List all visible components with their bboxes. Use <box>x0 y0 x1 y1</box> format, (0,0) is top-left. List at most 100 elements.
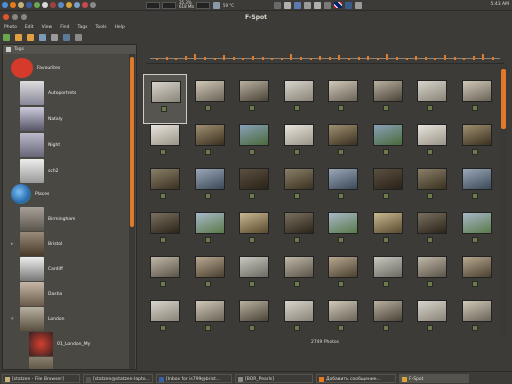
rotate-left-icon[interactable] <box>15 34 22 41</box>
photo-thumbnail[interactable] <box>372 168 403 190</box>
photo-thumbnail[interactable] <box>372 300 403 322</box>
photo-cell[interactable] <box>143 118 187 168</box>
sidebar-scrollbar-thumb[interactable] <box>130 57 134 227</box>
photo-cell[interactable] <box>143 162 187 212</box>
mail-icon[interactable] <box>284 1 292 9</box>
clock[interactable]: 5:43 AM <box>491 2 510 7</box>
photo-cell[interactable] <box>188 250 232 300</box>
photo-thumbnail[interactable] <box>283 168 314 190</box>
photo-cell[interactable] <box>232 294 276 336</box>
photo-cell[interactable] <box>143 206 187 256</box>
timeline[interactable] <box>146 44 504 64</box>
photo-cell[interactable] <box>455 118 499 168</box>
photo-cell[interactable] <box>321 294 365 336</box>
photo-cell[interactable] <box>232 206 276 256</box>
settings-icon[interactable] <box>90 2 96 8</box>
skype-icon[interactable] <box>58 2 64 8</box>
photo-thumbnail[interactable] <box>150 300 180 322</box>
photo-cell[interactable] <box>366 250 410 300</box>
photo-thumbnail[interactable] <box>417 256 447 278</box>
photo-thumbnail[interactable] <box>194 212 225 234</box>
task-f-spot[interactable]: F-Spot <box>399 373 469 383</box>
photo-icon[interactable] <box>66 2 72 8</box>
firefox-icon[interactable] <box>10 2 16 8</box>
photo-thumbnail[interactable] <box>461 168 492 190</box>
volume-icon[interactable] <box>314 1 322 9</box>
menu-photo[interactable]: Photo <box>4 25 17 30</box>
photo-cell[interactable] <box>143 250 187 300</box>
photo-cell[interactable] <box>455 74 499 124</box>
photo-cell[interactable] <box>321 250 365 300</box>
photo-cell[interactable] <box>321 206 365 256</box>
photo-cell[interactable] <box>277 206 321 256</box>
tag-item-cardiff[interactable]: Cardiff <box>20 257 136 281</box>
photo-thumbnail[interactable] <box>417 80 447 102</box>
photo-thumbnail[interactable] <box>239 80 269 102</box>
photo-thumbnail[interactable] <box>417 300 447 322</box>
photo-cell[interactable] <box>277 118 321 168</box>
photo-cell[interactable] <box>410 206 454 256</box>
photo-thumbnail[interactable] <box>417 124 447 146</box>
rotate-right-icon[interactable] <box>27 34 34 41</box>
photo-thumbnail[interactable] <box>283 80 314 102</box>
tag-item-dasha[interactable]: Dasha <box>20 282 136 306</box>
folder-icon[interactable] <box>274 1 282 9</box>
task-firefox[interactable]: Добавить сообщение... <box>316 373 396 383</box>
terminal-icon[interactable] <box>34 2 40 8</box>
import-icon[interactable] <box>3 34 10 41</box>
photo-cell[interactable] <box>232 118 276 168</box>
tag-item-birmingham[interactable]: Birmingham <box>20 207 136 231</box>
photo-cell[interactable] <box>410 162 454 212</box>
photo-cell[interactable] <box>277 294 321 336</box>
tag-item-autoportrets[interactable]: Autoportrets <box>20 81 136 105</box>
photo-thumbnail[interactable] <box>372 212 403 234</box>
browse-icon[interactable] <box>39 34 46 41</box>
photo-cell[interactable] <box>455 294 499 336</box>
photo-thumbnail[interactable] <box>328 212 358 234</box>
photo-cell[interactable] <box>143 74 187 124</box>
tag-item-nataly[interactable]: Nataly <box>20 107 136 131</box>
photo-thumbnail[interactable] <box>283 300 314 322</box>
photo-cell[interactable] <box>188 74 232 124</box>
task-terminal[interactable]: [statzen@statzen-lapto... <box>83 373 153 383</box>
photo-thumbnail[interactable] <box>328 168 358 190</box>
photo-cell[interactable] <box>410 74 454 124</box>
applications-icon[interactable] <box>2 2 8 8</box>
edit-image-icon[interactable] <box>51 34 58 41</box>
tag-item-night[interactable]: Night <box>20 133 136 157</box>
file-manager-icon[interactable] <box>18 2 24 8</box>
tag-item-favourites[interactable]: Favourites <box>11 58 136 78</box>
photo-thumbnail[interactable] <box>194 124 225 146</box>
photo-thumbnail[interactable] <box>328 256 358 278</box>
task-file-browser[interactable]: [statzen - File Browser] <box>2 373 80 383</box>
photo-cell[interactable] <box>410 294 454 336</box>
photo-thumbnail[interactable] <box>372 256 403 278</box>
tag-item-london[interactable]: ▾ London <box>11 307 136 331</box>
photo-thumbnail[interactable] <box>239 300 269 322</box>
photo-thumbnail[interactable] <box>239 168 269 190</box>
tag-item-london-sub[interactable] <box>29 357 136 369</box>
task-bor-pearls[interactable]: [BOR_Pearls] <box>235 373 313 383</box>
photo-cell[interactable] <box>455 206 499 256</box>
menu-edit[interactable]: Edit <box>25 25 34 30</box>
photo-thumbnail[interactable] <box>328 300 358 322</box>
photo-thumbnail[interactable] <box>151 81 181 103</box>
photo-cell[interactable] <box>232 250 276 300</box>
menu-view[interactable]: View <box>42 25 53 30</box>
photo-cell[interactable] <box>321 74 365 124</box>
bluetooth-icon[interactable] <box>294 1 302 9</box>
photo-cell[interactable] <box>366 118 410 168</box>
photo-thumbnail[interactable] <box>194 80 225 102</box>
photo-thumbnail[interactable] <box>283 256 314 278</box>
thunderbird-icon[interactable] <box>26 2 32 8</box>
fullscreen-icon[interactable] <box>63 34 70 41</box>
calculator-icon[interactable] <box>74 2 80 8</box>
photo-thumbnail[interactable] <box>194 168 225 190</box>
photo-cell[interactable] <box>188 206 232 256</box>
indicator-icon[interactable] <box>345 1 353 9</box>
slideshow-icon[interactable] <box>75 34 82 41</box>
photo-cell[interactable] <box>366 74 410 124</box>
photo-cell[interactable] <box>366 206 410 256</box>
photo-thumbnail[interactable] <box>417 168 447 190</box>
tag-item-places[interactable]: Places <box>11 184 136 204</box>
